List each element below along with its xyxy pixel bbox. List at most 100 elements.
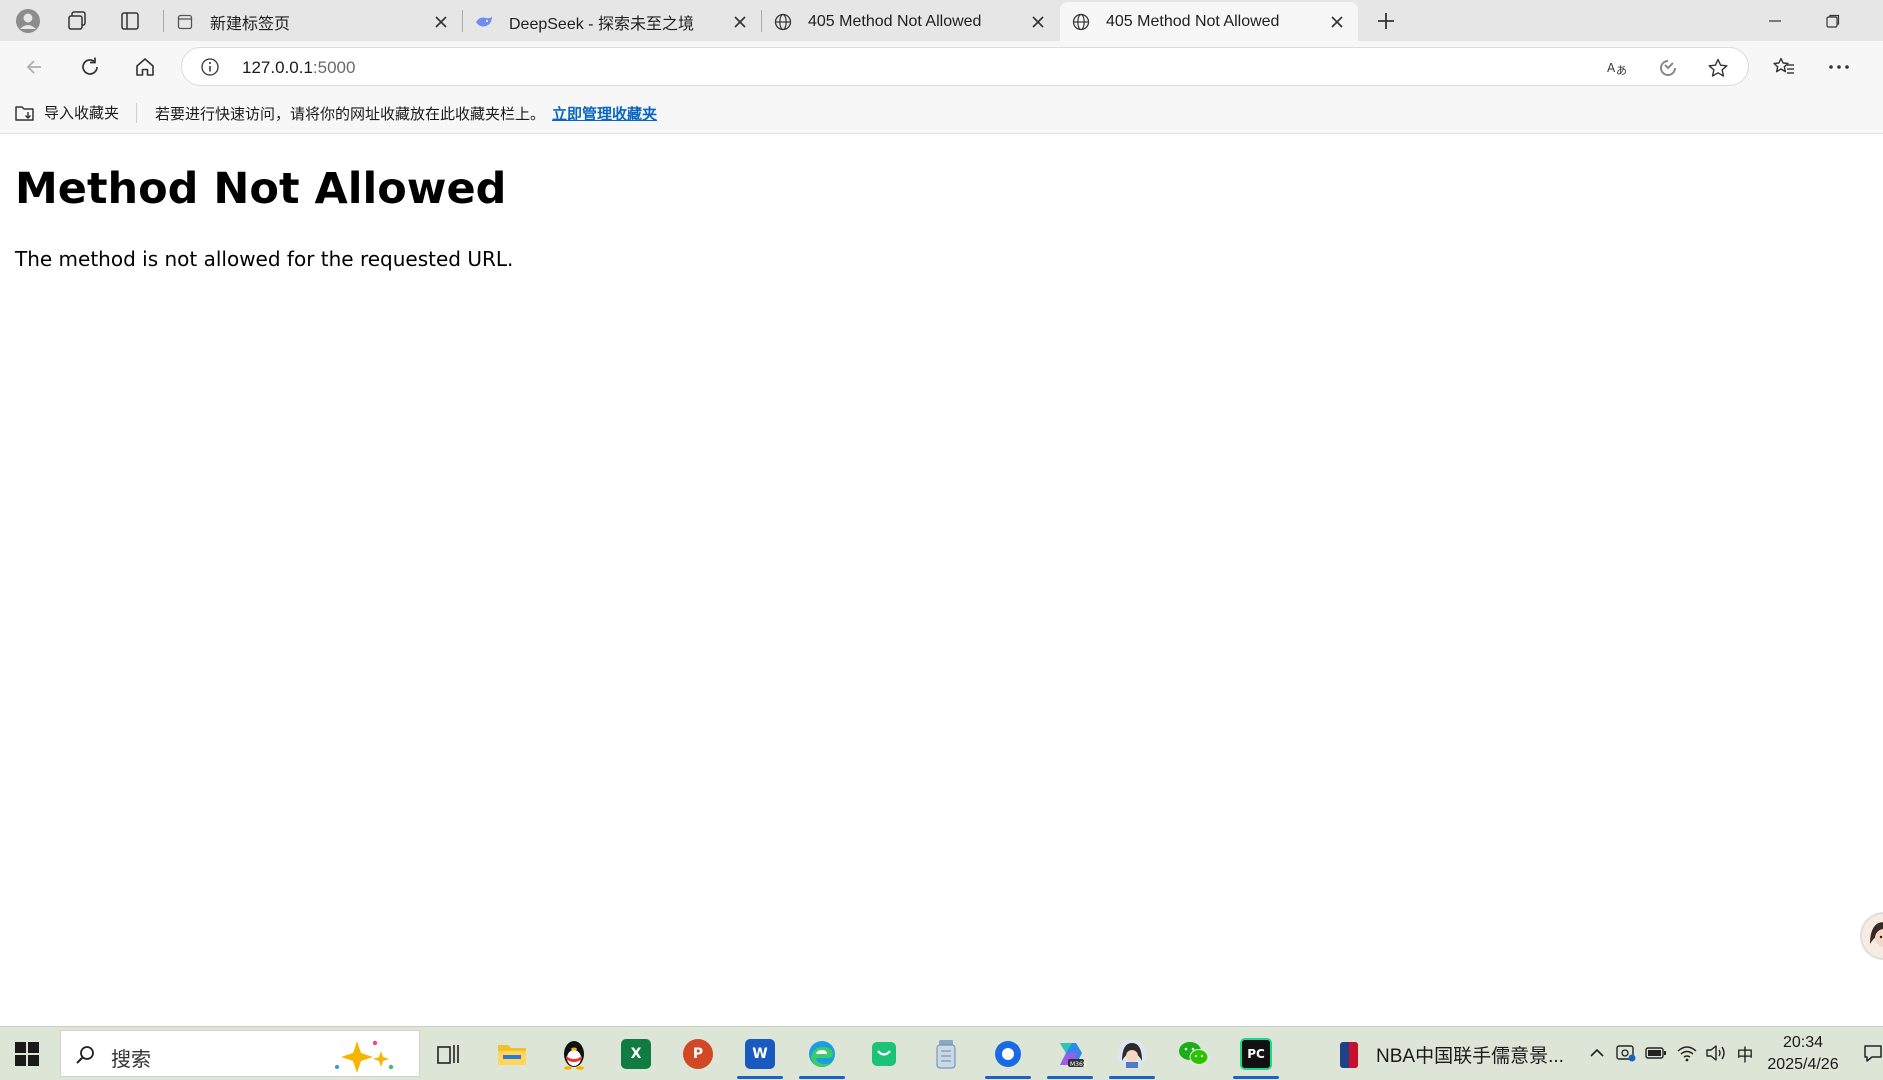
restore-button[interactable] [1804, 0, 1862, 41]
minimize-icon [1769, 19, 1781, 22]
taskbar-qq[interactable] [547, 1033, 601, 1075]
close-tab-icon[interactable] [1027, 11, 1049, 33]
floating-assistant-avatar[interactable] [1860, 912, 1883, 960]
blue-circle-app-icon [995, 1041, 1021, 1067]
qq-penguin-icon [564, 1041, 584, 1070]
refresh-icon [82, 57, 98, 75]
close-tab-icon[interactable] [430, 11, 452, 33]
show-hidden-icons-button[interactable] [1585, 1041, 1609, 1065]
battery-icon [1645, 1047, 1666, 1059]
tab-deepseek[interactable]: DeepSeek - 探索未至之境 [463, 2, 761, 41]
page-content: Method Not Allowed The method is not all… [5, 134, 1883, 1026]
taskbar-excel[interactable]: X [609, 1033, 663, 1075]
powerpoint-icon: P [683, 1039, 713, 1069]
windows-logo-icon [15, 1042, 39, 1066]
site-info-icon[interactable] [200, 57, 220, 77]
more-dots-icon [1829, 65, 1849, 69]
favorites-button[interactable] [1766, 49, 1802, 85]
system-clock[interactable]: 20:34 2025/4/26 [1758, 1032, 1848, 1076]
green-bag-icon [872, 1042, 896, 1066]
taskbar-archive[interactable] [919, 1033, 973, 1075]
taskbar-green-app[interactable] [857, 1033, 911, 1075]
globe-icon [774, 13, 792, 31]
wechat-icon [1179, 1042, 1209, 1065]
app-refresh-icon [1660, 60, 1676, 76]
news-widget[interactable]: NBA中国联手儒意景... [1340, 1041, 1564, 1068]
home-button[interactable] [127, 49, 163, 85]
favorite-star-button[interactable] [1706, 56, 1730, 80]
tray-volume-button[interactable] [1704, 1041, 1728, 1065]
start-button[interactable] [14, 1041, 40, 1067]
url-port: :5000 [312, 58, 356, 77]
taskbar-file-explorer[interactable] [485, 1033, 539, 1075]
taskbar-task-view[interactable] [422, 1033, 476, 1075]
settings-more-button[interactable] [1821, 49, 1857, 85]
minimize-button[interactable] [1746, 0, 1804, 41]
tab-title: 新建标签页 [210, 15, 291, 33]
task-view-icon [437, 1045, 459, 1064]
taskbar-blue-circle-app[interactable] [981, 1033, 1035, 1079]
favorites-bar: 导入收藏夹 若要进行快速访问，请将你的网址收藏放在此收藏夹栏上。 立即管理收藏夹 [0, 93, 1883, 134]
svg-text:A: A [1607, 61, 1616, 75]
excel-icon: X [621, 1039, 651, 1069]
back-button[interactable] [16, 49, 52, 85]
address-bar[interactable]: 127.0.0.1:5000 Aあ [181, 47, 1749, 86]
import-favorites-button[interactable]: 导入收藏夹 [14, 102, 119, 123]
refresh-button[interactable] [72, 49, 108, 85]
tab-405-first[interactable]: 405 Method Not Allowed [762, 2, 1059, 41]
globe-icon [1072, 13, 1090, 31]
star-icon [1708, 58, 1728, 77]
chevron-up-icon [1590, 1048, 1604, 1057]
archive-jar-icon [936, 1040, 956, 1069]
import-favorites-label: 导入收藏夹 [44, 105, 120, 122]
news-headline: NBA中国联手儒意景... [1376, 1046, 1564, 1067]
word-icon: W [745, 1039, 775, 1069]
taskbar-edge[interactable] [795, 1033, 849, 1079]
taskbar-m365[interactable]: M365 [1043, 1033, 1097, 1079]
tab-strip: 新建标签页 DeepSeek - 探索未至之境 405 Method Not A… [0, 0, 1883, 41]
favorites-hint-text: 若要进行快速访问，请将你的网址收藏放在此收藏夹栏上。 [155, 106, 546, 123]
taskbar-wechat[interactable] [1167, 1033, 1221, 1075]
tray-security-icon-button[interactable] [1614, 1041, 1638, 1065]
manage-favorites-link[interactable]: 立即管理收藏夹 [552, 103, 657, 124]
notification-center-button[interactable] [1861, 1041, 1883, 1065]
svg-text:あ: あ [1616, 64, 1627, 77]
plus-icon [1378, 13, 1394, 29]
nba-logo-icon [1340, 1041, 1358, 1068]
translate-button[interactable]: Aあ [1606, 56, 1630, 80]
taskbar-word[interactable]: W [733, 1033, 787, 1079]
tray-network-button[interactable] [1675, 1041, 1699, 1065]
edge-browser-icon [809, 1041, 835, 1067]
close-tab-icon[interactable] [1326, 11, 1348, 33]
workspaces-icon [68, 11, 86, 30]
pycharm-icon: PC [1240, 1038, 1272, 1070]
vertical-tabs-icon [121, 12, 139, 30]
tab-new-tab[interactable]: 新建标签页 [164, 2, 462, 41]
ime-indicator[interactable]: 中 [1733, 1041, 1757, 1065]
taskbar-pycharm[interactable]: PC [1229, 1033, 1283, 1079]
blank-page-icon [176, 13, 194, 31]
app-available-button[interactable] [1656, 56, 1680, 80]
workspaces-button[interactable] [60, 4, 94, 38]
new-tab-button[interactable] [1369, 4, 1403, 38]
taskbar-search-box[interactable]: 搜索 [60, 1030, 420, 1077]
tab-actions-button[interactable] [113, 4, 147, 38]
notification-icon [1864, 1045, 1882, 1062]
search-placeholder: 搜索 [111, 1049, 151, 1071]
taskbar-avatar-app[interactable] [1105, 1033, 1159, 1079]
windows-taskbar: 搜索 X P W M365 PC NBA中国联手儒意景... 中 20:34 2… [0, 1026, 1883, 1080]
favorites-list-icon [1773, 57, 1794, 74]
wifi-icon [1677, 1046, 1697, 1062]
tray-battery-button[interactable] [1644, 1041, 1668, 1065]
favorites-divider [136, 103, 137, 123]
tab-405-active[interactable]: 405 Method Not Allowed [1060, 2, 1358, 41]
close-tab-icon[interactable] [729, 11, 751, 33]
browser-toolbar: 127.0.0.1:5000 Aあ [0, 41, 1883, 93]
assistant-avatar-icon [1862, 914, 1883, 958]
tab-title: 405 Method Not Allowed [1106, 12, 1280, 30]
search-icon [76, 1046, 94, 1064]
tab-title: 405 Method Not Allowed [808, 12, 982, 30]
profile-avatar-button[interactable] [11, 4, 45, 38]
url-text[interactable]: 127.0.0.1:5000 [242, 58, 355, 78]
taskbar-powerpoint[interactable]: P [671, 1033, 725, 1075]
